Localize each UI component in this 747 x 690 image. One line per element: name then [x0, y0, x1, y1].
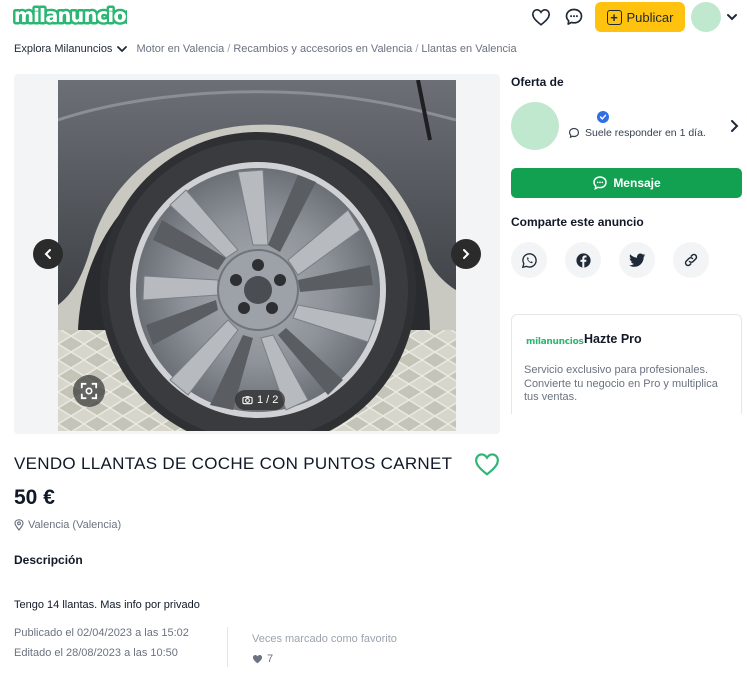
- chevron-down-icon[interactable]: [725, 10, 739, 24]
- message-button-label: Mensaje: [613, 176, 661, 190]
- listing-location: Valencia (Valencia): [14, 519, 121, 531]
- publish-button[interactable]: + Publicar: [595, 2, 685, 32]
- description-heading: Descripción: [14, 553, 83, 567]
- plus-square-icon: +: [606, 9, 622, 25]
- message-button[interactable]: Mensaje: [511, 168, 742, 198]
- response-time: Suele responder en 1 día.: [568, 127, 706, 139]
- listing-price: 50 €: [14, 486, 55, 509]
- pro-logo: milanuncios: [526, 337, 584, 347]
- published-date: Publicado el 02/04/2023 a las 15:02: [14, 627, 189, 639]
- chat-icon[interactable]: [563, 6, 585, 28]
- image-counter: 1 / 2: [235, 390, 286, 410]
- share-label: Comparte este anuncio: [511, 215, 644, 229]
- heart-filled-icon: [252, 655, 263, 664]
- location-pin-icon: [14, 519, 24, 531]
- pro-text: Servicio exclusivo para profesionales. C…: [524, 364, 718, 403]
- offer-label: Oferta de: [511, 75, 564, 89]
- chat-icon: [593, 176, 608, 190]
- favorites-count-text: 7: [267, 653, 274, 665]
- chevron-left-icon: [44, 249, 51, 259]
- share-facebook-button[interactable]: [565, 242, 601, 278]
- pro-title: Hazte Pro: [584, 332, 642, 346]
- copy-link-button[interactable]: [673, 242, 709, 278]
- meta-divider: [227, 627, 228, 667]
- image-gallery: 1 / 2: [14, 74, 500, 434]
- chevron-right-icon: [463, 249, 470, 259]
- location-text: Valencia (Valencia): [28, 519, 122, 531]
- favorite-heart-icon[interactable]: [474, 452, 500, 476]
- image-counter-text: 1 / 2: [257, 394, 279, 406]
- whatsapp-icon: [521, 252, 537, 268]
- logo-wordmark: milanuncios milanuncios: [12, 4, 127, 28]
- expand-icon: [80, 382, 98, 400]
- listing-title: VENDO LLANTAS DE COCHE CON PUNTOS CARNET: [14, 454, 453, 473]
- breadcrumb-recambios[interactable]: Recambios y accesorios en Valencia: [233, 43, 412, 55]
- previous-image-button[interactable]: [33, 239, 63, 269]
- share-whatsapp-button[interactable]: [511, 242, 547, 278]
- seller-avatar[interactable]: [511, 102, 559, 150]
- breadcrumb: Explora Milanuncios Motor en Valencia / …: [14, 43, 517, 55]
- svg-text:milanuncios: milanuncios: [14, 5, 127, 27]
- chat-bubble-icon: [568, 127, 580, 139]
- verified-badge-icon: [597, 111, 609, 123]
- favorites-heart-icon[interactable]: [530, 6, 552, 28]
- chevron-right-icon[interactable]: [728, 119, 740, 133]
- edited-date: Editado el 28/08/2023 a las 10:50: [14, 647, 178, 659]
- milanuncios-logo[interactable]: milanuncios milanuncios milanuncios: [12, 4, 137, 28]
- share-twitter-button[interactable]: [619, 242, 655, 278]
- pro-card[interactable]: milanuncios Hazte Pro Servicio exclusivo…: [511, 314, 742, 414]
- response-time-text: Suele responder en 1 día.: [585, 127, 706, 139]
- listing-photo[interactable]: [58, 80, 456, 431]
- next-image-button[interactable]: [451, 239, 481, 269]
- user-avatar[interactable]: [691, 2, 721, 32]
- description-text: Tengo 14 llantas. Mas info por privado: [14, 599, 200, 611]
- camera-icon: [242, 396, 253, 405]
- publish-label: Publicar: [626, 9, 674, 25]
- twitter-icon: [628, 253, 645, 267]
- chevron-down-icon[interactable]: [114, 43, 130, 55]
- zoom-button[interactable]: [73, 375, 105, 407]
- favorites-label: Veces marcado como favorito: [252, 633, 397, 645]
- breadcrumb-motor[interactable]: Motor en Valencia: [136, 43, 224, 55]
- breadcrumb-llantas[interactable]: Llantas en Valencia: [421, 43, 516, 55]
- favorites-count: 7: [252, 653, 273, 665]
- explore-link[interactable]: Explora Milanuncios: [14, 43, 112, 55]
- link-icon: [684, 253, 698, 267]
- facebook-icon: [575, 252, 591, 268]
